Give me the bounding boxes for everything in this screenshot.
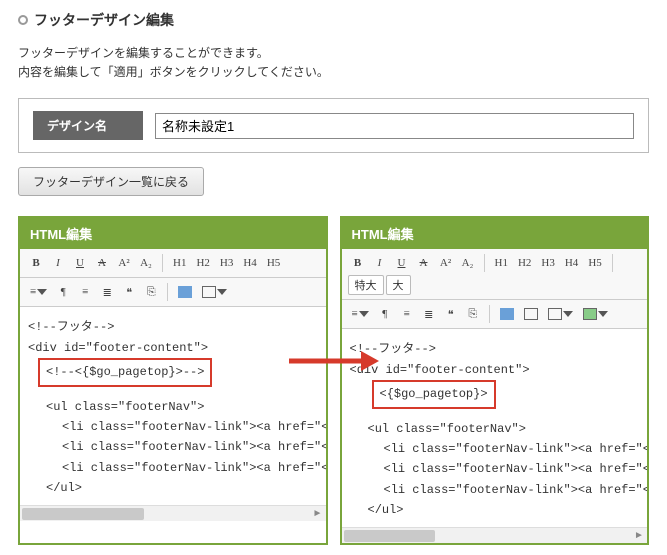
code-line: <li class="footerNav-link"><a href="<{$p: [28, 458, 318, 478]
size-xl-button[interactable]: 特大: [348, 275, 384, 295]
italic-button[interactable]: I: [48, 253, 68, 273]
desc-line-2: 内容を編集して「適用」ボタンをクリックしてください。: [18, 63, 649, 82]
desc-line-1: フッターデザインを編集することができます。: [18, 44, 649, 63]
code-line: <li class="footerNav-link"><a href="<{$p…: [350, 480, 640, 500]
toolbar-right-row1: B I U A A² A₂ H1 H2 H3 H4 H5 特大 大: [342, 249, 648, 300]
h2-button[interactable]: H2: [514, 253, 535, 273]
code-line: </ul>: [350, 500, 640, 520]
link-button[interactable]: ⎘: [141, 282, 161, 302]
highlighted-code-right: <{$go_pagetop}>: [372, 380, 496, 408]
toolbar-separator: [489, 305, 490, 323]
h1-button[interactable]: H1: [491, 253, 512, 273]
code-line: <li class="footerNav-link"><a href="<{$g: [28, 417, 318, 437]
code-line: <ul class="footerNav">: [28, 397, 318, 417]
toolbar-left-row2: ≡ ¶ ≡ ≣ ❝ ⎘: [20, 278, 326, 307]
insert-button[interactable]: [544, 304, 577, 324]
italic-button[interactable]: I: [370, 253, 390, 273]
subscript-button[interactable]: A₂: [458, 253, 478, 273]
horizontal-scrollbar[interactable]: ◄ ►: [342, 527, 648, 543]
design-name-label: デザイン名: [33, 111, 143, 140]
scroll-thumb[interactable]: [344, 530, 436, 542]
page-title-text: フッターデザイン編集: [34, 10, 174, 30]
toolbar-separator: [162, 254, 163, 272]
scroll-thumb[interactable]: [22, 508, 144, 520]
subscript-button[interactable]: A₂: [136, 253, 156, 273]
design-name-box: デザイン名: [18, 98, 649, 153]
size-l-button[interactable]: 大: [386, 275, 411, 295]
back-to-list-button[interactable]: フッターデザイン一覧に戻る: [18, 167, 204, 196]
layout-button[interactable]: [520, 304, 542, 324]
horizontal-scrollbar[interactable]: ◄ ►: [20, 505, 326, 521]
html-editor-panel-right: HTML編集 B I U A A² A₂ H1 H2 H3 H4 H5 特大 大…: [340, 216, 650, 544]
bullet-icon: [18, 15, 28, 25]
paragraph-button[interactable]: ¶: [375, 304, 395, 324]
code-line: <div id="footer-content">: [28, 338, 318, 358]
toolbar-right-row2: ≡ ¶ ≡ ≣ ❝ ⎘: [342, 300, 648, 329]
h3-button[interactable]: H3: [537, 253, 558, 273]
strike-button[interactable]: A: [414, 253, 434, 273]
underline-button[interactable]: U: [70, 253, 90, 273]
html-editor-panel-left: HTML編集 B I U A A² A₂ H1 H2 H3 H4 H5 ≡ ¶ …: [18, 216, 328, 544]
code-line: <li class="footerNav-link"><a href="<{$c: [28, 437, 318, 457]
code-editor-left[interactable]: <!--フッタ--> <div id="footer-content"> <!-…: [20, 307, 326, 504]
toolbar-separator: [167, 283, 168, 301]
align-button[interactable]: ≡: [348, 304, 373, 324]
code-line: <li class="footerNav-link"><a href="<{$g…: [350, 439, 640, 459]
highlighted-code-left: <!--<{$go_pagetop}>-->: [38, 358, 212, 386]
code-line: <div id="footer-content">: [350, 360, 640, 380]
insert-button[interactable]: [198, 282, 231, 302]
h4-button[interactable]: H4: [561, 253, 582, 273]
ol-button[interactable]: ≡: [75, 282, 95, 302]
quote-button[interactable]: ❝: [119, 282, 139, 302]
quote-button[interactable]: ❝: [441, 304, 461, 324]
toolbar-separator: [612, 254, 613, 272]
h1-button[interactable]: H1: [169, 253, 190, 273]
code-editor-right[interactable]: <!--フッタ--> <div id="footer-content"> <{$…: [342, 329, 648, 526]
align-button[interactable]: ≡: [26, 282, 51, 302]
code-line: <ul class="footerNav">: [350, 419, 640, 439]
bold-button[interactable]: B: [26, 253, 46, 273]
underline-button[interactable]: U: [392, 253, 412, 273]
scroll-right-icon[interactable]: ►: [310, 506, 326, 522]
page-description: フッターデザインを編集することができます。 内容を編集して「適用」ボタンをクリッ…: [18, 44, 649, 82]
design-name-input[interactable]: [155, 113, 634, 139]
code-line: </ul>: [28, 478, 318, 498]
code-line: <!--フッタ-->: [350, 339, 640, 359]
strike-button[interactable]: A: [92, 253, 112, 273]
paragraph-button[interactable]: ¶: [53, 282, 73, 302]
ol-button[interactable]: ≡: [397, 304, 417, 324]
h4-button[interactable]: H4: [239, 253, 260, 273]
h5-button[interactable]: H5: [584, 253, 605, 273]
h5-button[interactable]: H5: [263, 253, 284, 273]
toolbar-left-row1: B I U A A² A₂ H1 H2 H3 H4 H5: [20, 249, 326, 278]
h3-button[interactable]: H3: [216, 253, 237, 273]
page-title: フッターデザイン編集: [18, 10, 649, 30]
h2-button[interactable]: H2: [192, 253, 213, 273]
code-line: <li class="footerNav-link"><a href="<{$c…: [350, 459, 640, 479]
image-button[interactable]: [496, 304, 518, 324]
code-line: <!--フッタ-->: [28, 317, 318, 337]
superscript-button[interactable]: A²: [114, 253, 134, 273]
superscript-button[interactable]: A²: [436, 253, 456, 273]
ul-button[interactable]: ≣: [419, 304, 439, 324]
insert2-button[interactable]: [579, 304, 612, 324]
panel-header-right: HTML編集: [342, 218, 648, 249]
panel-header-left: HTML編集: [20, 218, 326, 249]
image-button[interactable]: [174, 282, 196, 302]
scroll-right-icon[interactable]: ►: [631, 528, 647, 544]
toolbar-separator: [484, 254, 485, 272]
link-button[interactable]: ⎘: [463, 304, 483, 324]
bold-button[interactable]: B: [348, 253, 368, 273]
ul-button[interactable]: ≣: [97, 282, 117, 302]
